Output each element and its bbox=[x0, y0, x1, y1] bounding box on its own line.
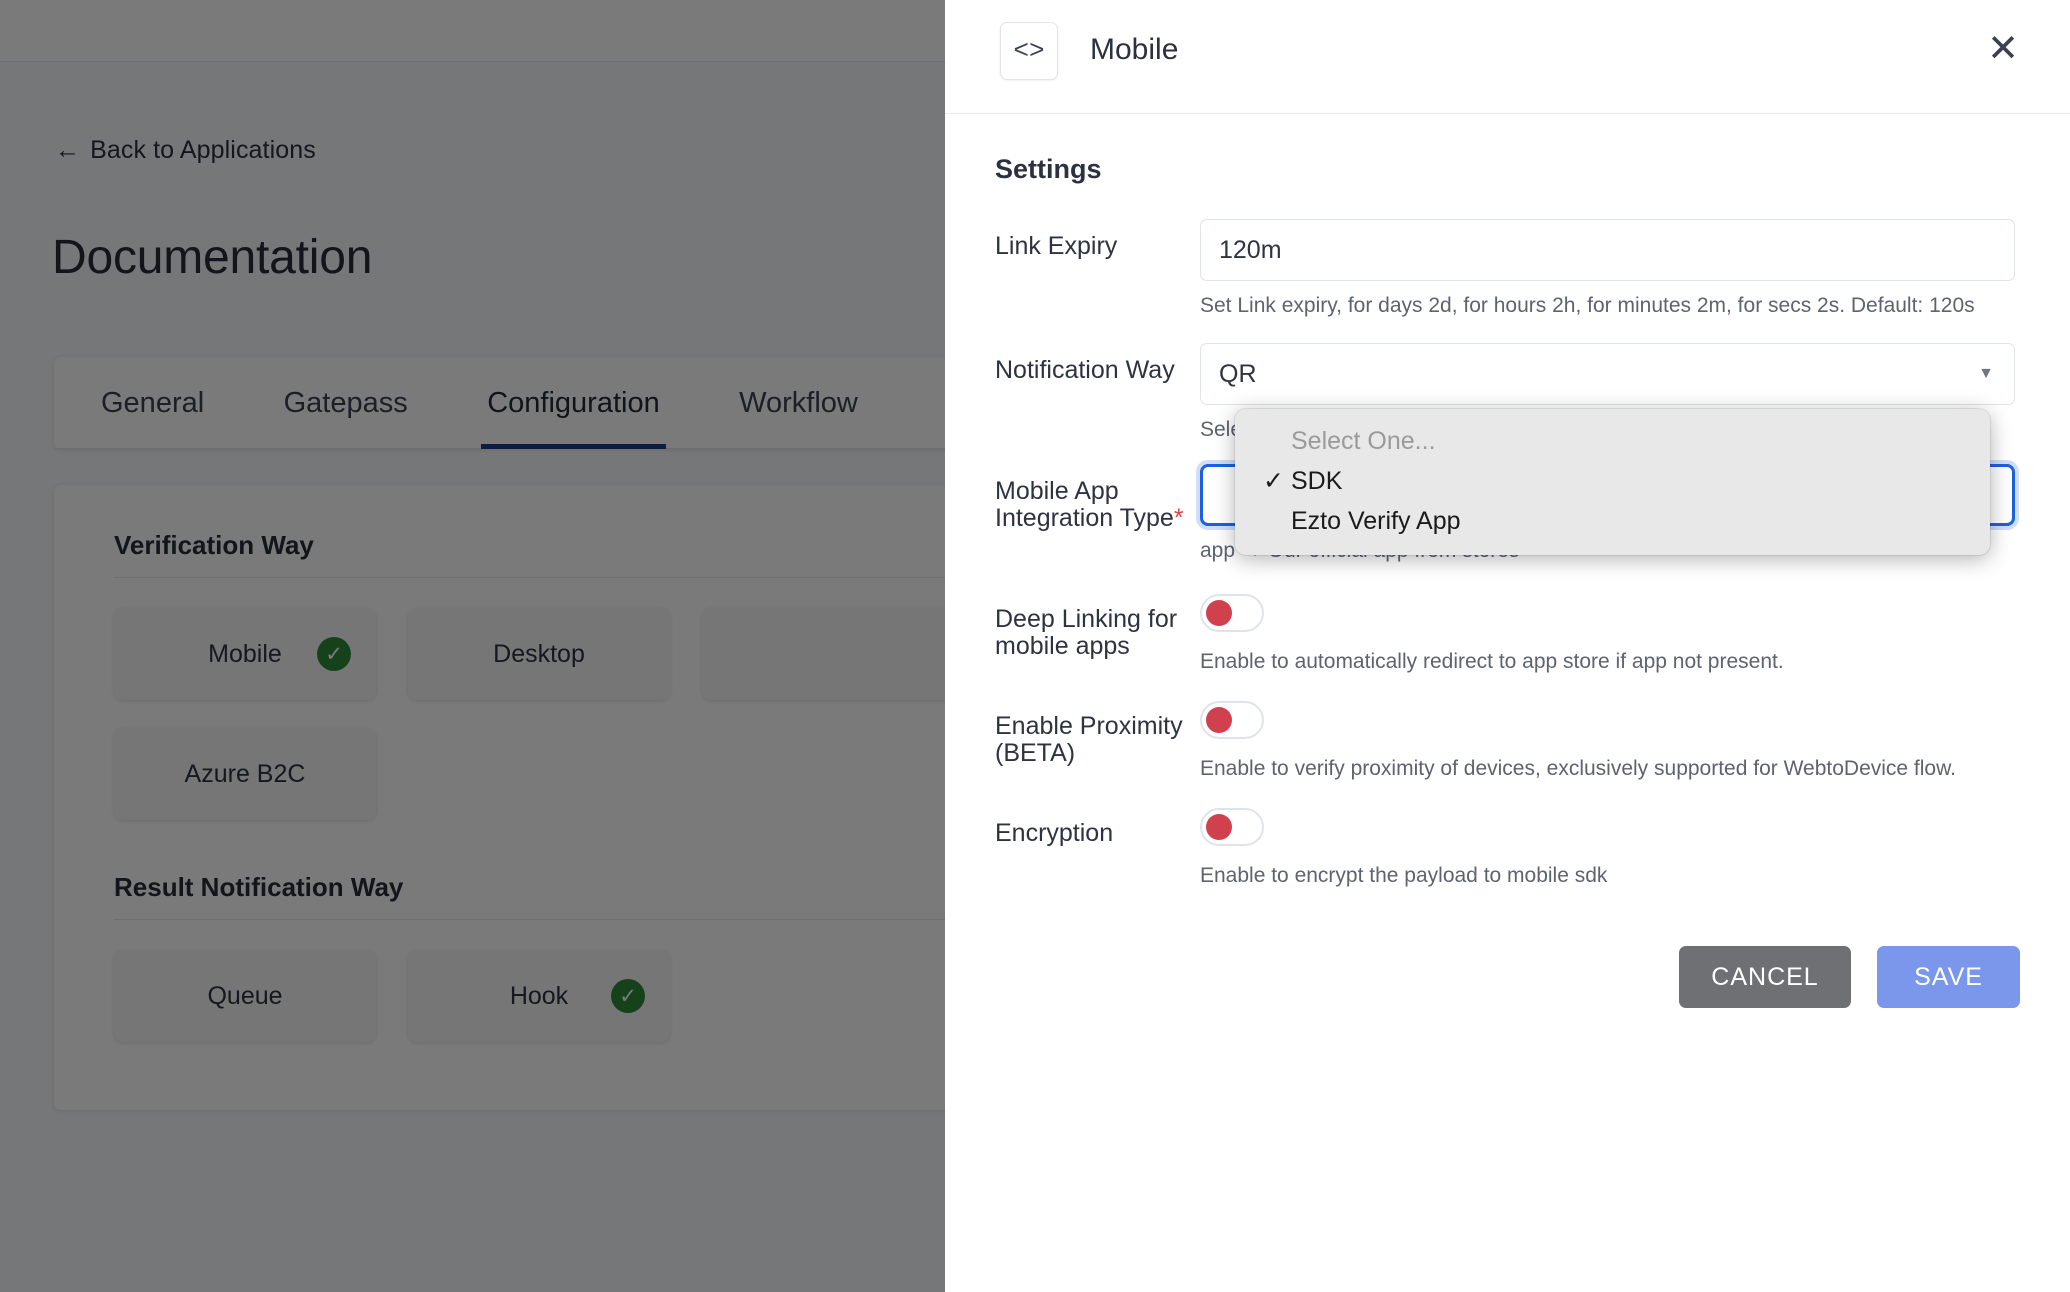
field-label-line1: Deep Linking for bbox=[995, 604, 1178, 633]
tab-configuration[interactable]: Configuration bbox=[481, 357, 666, 449]
mobile-settings-panel: <> Mobile ✕ Settings Link Expiry 120m Se… bbox=[945, 0, 2070, 1292]
option-card-label: Desktop bbox=[493, 639, 585, 668]
field-hint: Set Link expiry, for days 2d, for hours … bbox=[1200, 294, 1975, 317]
tab-general[interactable]: General bbox=[95, 357, 210, 449]
checkmark-icon: ✓ bbox=[1263, 467, 1284, 495]
configuration-content-card: Verification Way Mobile ✓ Desktop Azure … bbox=[54, 485, 945, 1110]
field-deep-linking: Deep Linking for mobile apps Enable to a… bbox=[995, 592, 2015, 675]
enable-proximity-toggle[interactable] bbox=[1200, 701, 1264, 740]
option-card-label: Mobile bbox=[208, 639, 282, 668]
field-label: Link Expiry bbox=[995, 232, 1118, 260]
option-card-label: Azure B2C bbox=[184, 759, 306, 788]
divider bbox=[114, 919, 945, 920]
cancel-button[interactable]: CANCEL bbox=[1679, 946, 1851, 1008]
result-notification-options-row: Queue Hook ✓ bbox=[114, 950, 945, 1042]
option-card-hook[interactable]: Hook ✓ bbox=[408, 950, 670, 1042]
integration-type-dropdown-menu[interactable]: Select One... ✓ SDK Ezto Verify App bbox=[1235, 409, 1990, 555]
select-value: QR bbox=[1219, 359, 1257, 388]
save-button[interactable]: SAVE bbox=[1877, 946, 2020, 1008]
chevron-down-icon: ▼ bbox=[1978, 365, 1994, 383]
verification-way-options-row-1: Mobile ✓ Desktop bbox=[114, 608, 945, 700]
dropdown-option-sdk[interactable]: ✓ SDK bbox=[1235, 461, 1990, 501]
field-hint: Enable to verify proximity of devices, e… bbox=[1200, 757, 1956, 781]
field-enable-proximity: Enable Proximity (BETA) Enable to verify… bbox=[995, 699, 2015, 782]
option-card-queue[interactable]: Queue bbox=[114, 950, 376, 1042]
dropdown-option-label: Ezto Verify App bbox=[1291, 506, 1461, 535]
check-circle-icon: ✓ bbox=[611, 979, 645, 1013]
dropdown-option-label: Select One... bbox=[1291, 426, 1436, 455]
dropdown-option-label: SDK bbox=[1291, 466, 1343, 495]
app-topbar bbox=[0, 0, 945, 62]
panel-header: <> Mobile ✕ bbox=[945, 0, 2070, 114]
field-label: Mobile App Integration Type* bbox=[995, 464, 1200, 564]
code-brackets-icon: <> bbox=[1000, 22, 1058, 80]
field-link-expiry: Link Expiry 120m Set Link expiry, for da… bbox=[995, 219, 2015, 319]
field-label: Deep Linking for mobile apps bbox=[995, 592, 1200, 675]
field-label-line1: Enable Proximity bbox=[995, 712, 1183, 741]
divider bbox=[114, 577, 945, 578]
dropdown-option-select-one[interactable]: Select One... bbox=[1235, 421, 1990, 461]
option-card-label: Hook bbox=[509, 981, 569, 1010]
field-label-line2: mobile apps bbox=[995, 631, 1130, 660]
field-hint: Enable to automatically redirect to app … bbox=[1200, 649, 1784, 673]
option-card-third[interactable] bbox=[702, 608, 945, 700]
background-page: ← Back to Applications Documentation Gene… bbox=[0, 0, 945, 1292]
result-notification-way-heading: Result Notification Way bbox=[114, 872, 404, 902]
panel-footer: CANCEL SAVE bbox=[1679, 946, 2020, 1008]
option-card-mobile[interactable]: Mobile ✓ bbox=[114, 608, 376, 700]
toggle-knob bbox=[1206, 599, 1232, 626]
arrow-left-icon: ← bbox=[55, 136, 81, 164]
dropdown-option-ezto-verify-app[interactable]: Ezto Verify App bbox=[1235, 501, 1990, 541]
toggle-knob bbox=[1206, 814, 1232, 841]
back-to-applications-link[interactable]: ← Back to Applications bbox=[55, 136, 316, 165]
option-card-azure-b2c[interactable]: Azure B2C bbox=[114, 728, 376, 820]
check-circle-icon: ✓ bbox=[317, 637, 351, 671]
field-encryption: Encryption Enable to encrypt the payload… bbox=[995, 806, 2015, 889]
app-root: ← Back to Applications Documentation Gene… bbox=[0, 0, 2070, 1292]
verification-way-heading: Verification Way bbox=[114, 530, 314, 560]
toggle-knob bbox=[1206, 707, 1232, 734]
field-label: Encryption bbox=[995, 819, 1114, 848]
tabs-card: General Gatepass Configuration Workflow bbox=[54, 357, 945, 449]
verification-way-options-row-2: Azure B2C bbox=[114, 728, 945, 820]
encryption-toggle[interactable] bbox=[1200, 808, 1264, 847]
page-title: Documentation bbox=[52, 231, 373, 284]
tab-bar: General Gatepass Configuration Workflow bbox=[54, 357, 945, 449]
field-label-line2: Integration Type bbox=[995, 503, 1174, 532]
link-expiry-input[interactable]: 120m bbox=[1200, 219, 2015, 281]
close-icon[interactable]: ✕ bbox=[1976, 22, 2030, 76]
tab-gatepass[interactable]: Gatepass bbox=[278, 357, 414, 449]
settings-heading: Settings bbox=[995, 154, 1102, 184]
panel-title: Mobile bbox=[1090, 33, 1179, 66]
option-card-desktop[interactable]: Desktop bbox=[408, 608, 670, 700]
field-label: Notification Way bbox=[995, 356, 1175, 385]
field-hint: Enable to encrypt the payload to mobile … bbox=[1200, 864, 1608, 888]
field-label-line2: (BETA) bbox=[995, 739, 1076, 768]
tab-workflow[interactable]: Workflow bbox=[733, 357, 864, 449]
back-link-label: Back to Applications bbox=[90, 136, 316, 164]
notification-way-select[interactable]: QR ▼ bbox=[1200, 343, 2015, 406]
required-asterisk: * bbox=[1173, 503, 1184, 532]
field-label: Enable Proximity (BETA) bbox=[995, 699, 1200, 782]
deep-linking-toggle[interactable] bbox=[1200, 593, 1264, 632]
field-label-line1: Mobile App bbox=[995, 476, 1119, 505]
option-card-label: Queue bbox=[207, 981, 283, 1010]
